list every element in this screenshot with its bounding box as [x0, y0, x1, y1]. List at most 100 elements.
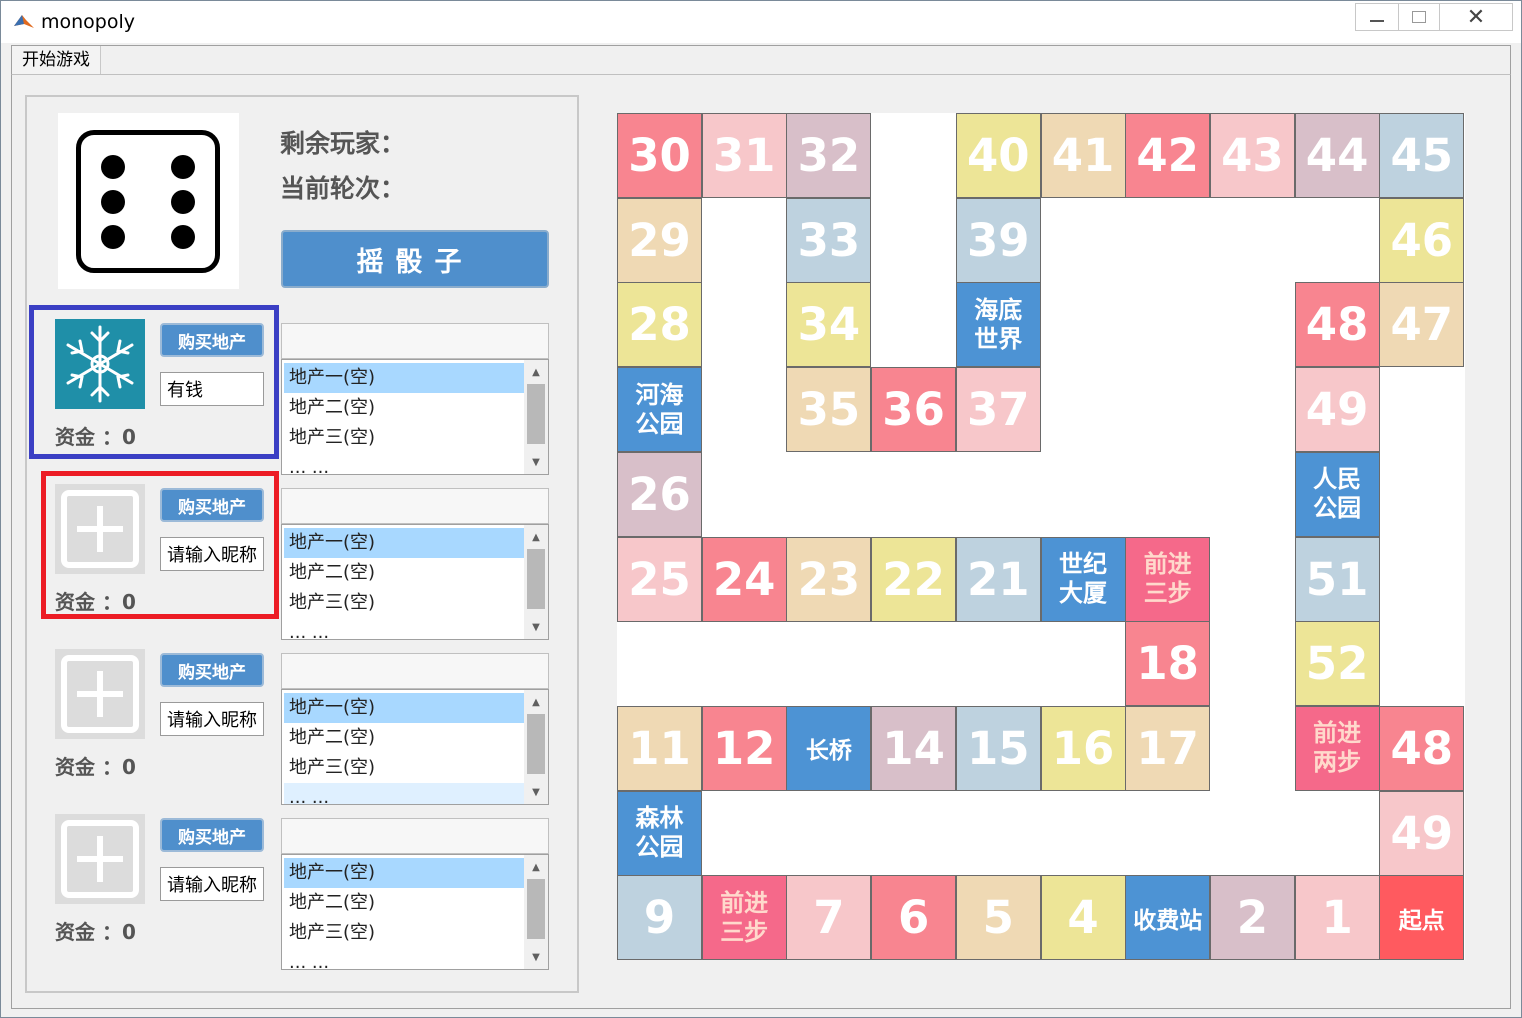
- close-button[interactable]: ✕: [1439, 3, 1513, 31]
- board-cell: 52: [1294, 621, 1380, 707]
- list-item[interactable]: ... ...: [284, 948, 524, 969]
- list-item[interactable]: 地产一(空): [284, 858, 524, 888]
- board-cell: 6: [871, 875, 957, 961]
- board-cell: 21: [955, 536, 1041, 622]
- list-item[interactable]: ... ...: [284, 618, 524, 639]
- list-item[interactable]: 地产二(空): [284, 558, 524, 588]
- buy-property-button[interactable]: 购买地产: [160, 653, 264, 687]
- scroll-up-icon[interactable]: ▲: [524, 857, 548, 877]
- scroll-down-icon[interactable]: ▼: [524, 452, 548, 472]
- buy-property-button[interactable]: 购买地产: [160, 818, 264, 852]
- roll-dice-button[interactable]: 摇骰子: [281, 230, 549, 288]
- board-cell: 森林 公园: [617, 790, 702, 876]
- dice-pip: [101, 190, 125, 214]
- board-cell: 15: [955, 705, 1041, 791]
- board-cell: 48: [1379, 705, 1465, 791]
- list-item[interactable]: 地产三(空): [284, 588, 524, 618]
- property-list[interactable]: 地产一(空) 地产二(空) 地产三(空) ... ... ▲ ▼: [281, 854, 549, 970]
- board-cell: 51: [1294, 536, 1380, 622]
- maximize-icon: [1412, 11, 1426, 23]
- scroll-up-icon[interactable]: ▲: [524, 692, 548, 712]
- scroll-thumb[interactable]: [527, 714, 545, 774]
- player-1-highlight: [29, 305, 279, 459]
- list-item[interactable]: 地产二(空): [284, 393, 524, 423]
- property-list[interactable]: 地产一(空) 地产二(空) 地产三(空) ... ... ▲ ▼: [281, 359, 549, 475]
- minimize-button[interactable]: [1355, 3, 1399, 31]
- list-item[interactable]: 地产三(空): [284, 423, 524, 453]
- nickname-field[interactable]: 请输入昵称: [160, 867, 264, 901]
- list-item[interactable]: 地产一(空): [284, 363, 524, 393]
- property-list[interactable]: 地产一(空) 地产二(空) 地产三(空) ... ... ▲ ▼: [281, 689, 549, 805]
- board-cell: 28: [617, 282, 702, 368]
- scroll-thumb[interactable]: [527, 879, 545, 939]
- board-cell: 23: [786, 536, 872, 622]
- player-avatar[interactable]: [55, 814, 145, 904]
- board-cell: 河海 公园: [617, 367, 702, 453]
- board-cell: 收费站: [1125, 875, 1211, 961]
- list-item[interactable]: 地产一(空): [284, 528, 524, 558]
- scrollbar[interactable]: ▲ ▼: [524, 360, 548, 474]
- board-cell: 人民 公园: [1294, 451, 1380, 537]
- dice-pip: [101, 225, 125, 249]
- board-cell: 26: [617, 451, 702, 537]
- funds-label: 资金 ：0: [55, 920, 136, 944]
- board-cell: 22: [871, 536, 957, 622]
- current-turn-label: 当前轮次：: [280, 174, 406, 203]
- board-cell: 43: [1209, 113, 1295, 198]
- minimize-icon: [1370, 20, 1384, 22]
- board-cell: 30: [617, 113, 702, 198]
- board-cell: 34: [786, 282, 872, 368]
- plus-icon: [61, 655, 139, 733]
- scroll-thumb[interactable]: [527, 384, 545, 444]
- player-avatar[interactable]: [55, 649, 145, 739]
- scrollbar[interactable]: ▲ ▼: [524, 525, 548, 639]
- window-title: monopoly: [41, 11, 136, 33]
- board-cell: 47: [1379, 282, 1465, 368]
- scroll-down-icon[interactable]: ▼: [524, 617, 548, 637]
- board-cell: 前进 三步: [1125, 536, 1211, 622]
- board-cell: 46: [1379, 197, 1465, 283]
- board-cell: 41: [1040, 113, 1126, 198]
- board-cell: 17: [1125, 705, 1211, 791]
- board-cell: 起点: [1379, 875, 1465, 961]
- board-cell: 36: [871, 367, 957, 453]
- nickname-field[interactable]: 请输入昵称: [160, 702, 264, 736]
- scroll-up-icon[interactable]: ▲: [524, 527, 548, 547]
- property-list[interactable]: 地产一(空) 地产二(空) 地产三(空) ... ... ▲ ▼: [281, 524, 549, 640]
- plus-icon: [61, 820, 139, 898]
- funds-label: 资金 ：0: [55, 755, 136, 779]
- board-cell: 29: [617, 197, 702, 283]
- board-cell: 前进 三步: [701, 875, 787, 961]
- board-cell: 7: [786, 875, 872, 961]
- board-cell: 31: [701, 113, 787, 198]
- list-item[interactable]: 地产一(空): [284, 693, 524, 723]
- scroll-down-icon[interactable]: ▼: [524, 947, 548, 967]
- board-cell: 16: [1040, 705, 1126, 791]
- menu-bar: 开始游戏: [11, 45, 1511, 75]
- board-cell: 42: [1125, 113, 1211, 198]
- list-item[interactable]: ... ...: [284, 783, 524, 804]
- scroll-up-icon[interactable]: ▲: [524, 362, 548, 382]
- matlab-icon: [14, 15, 34, 28]
- board-cell: 48: [1294, 282, 1380, 368]
- board-cell: 11: [617, 705, 702, 791]
- board-cell: 5: [955, 875, 1041, 961]
- list-item[interactable]: 地产二(空): [284, 888, 524, 918]
- list-item[interactable]: 地产二(空): [284, 723, 524, 753]
- scroll-down-icon[interactable]: ▼: [524, 782, 548, 802]
- dice-pip: [171, 190, 195, 214]
- list-item[interactable]: ... ...: [284, 453, 524, 474]
- board-cell: 长桥: [786, 705, 872, 791]
- scrollbar[interactable]: ▲ ▼: [524, 690, 548, 804]
- menu-start-game[interactable]: 开始游戏: [12, 46, 101, 74]
- board-cell: 49: [1294, 367, 1380, 453]
- scrollbar[interactable]: ▲ ▼: [524, 855, 548, 969]
- list-item[interactable]: 地产三(空): [284, 753, 524, 783]
- board-cell: 33: [786, 197, 872, 283]
- remaining-players-label: 剩余玩家：: [280, 129, 406, 158]
- scroll-thumb[interactable]: [527, 549, 545, 609]
- property-list-header: [281, 323, 549, 359]
- maximize-button[interactable]: [1398, 3, 1440, 31]
- list-item[interactable]: 地产三(空): [284, 918, 524, 948]
- dice-display: [58, 113, 239, 289]
